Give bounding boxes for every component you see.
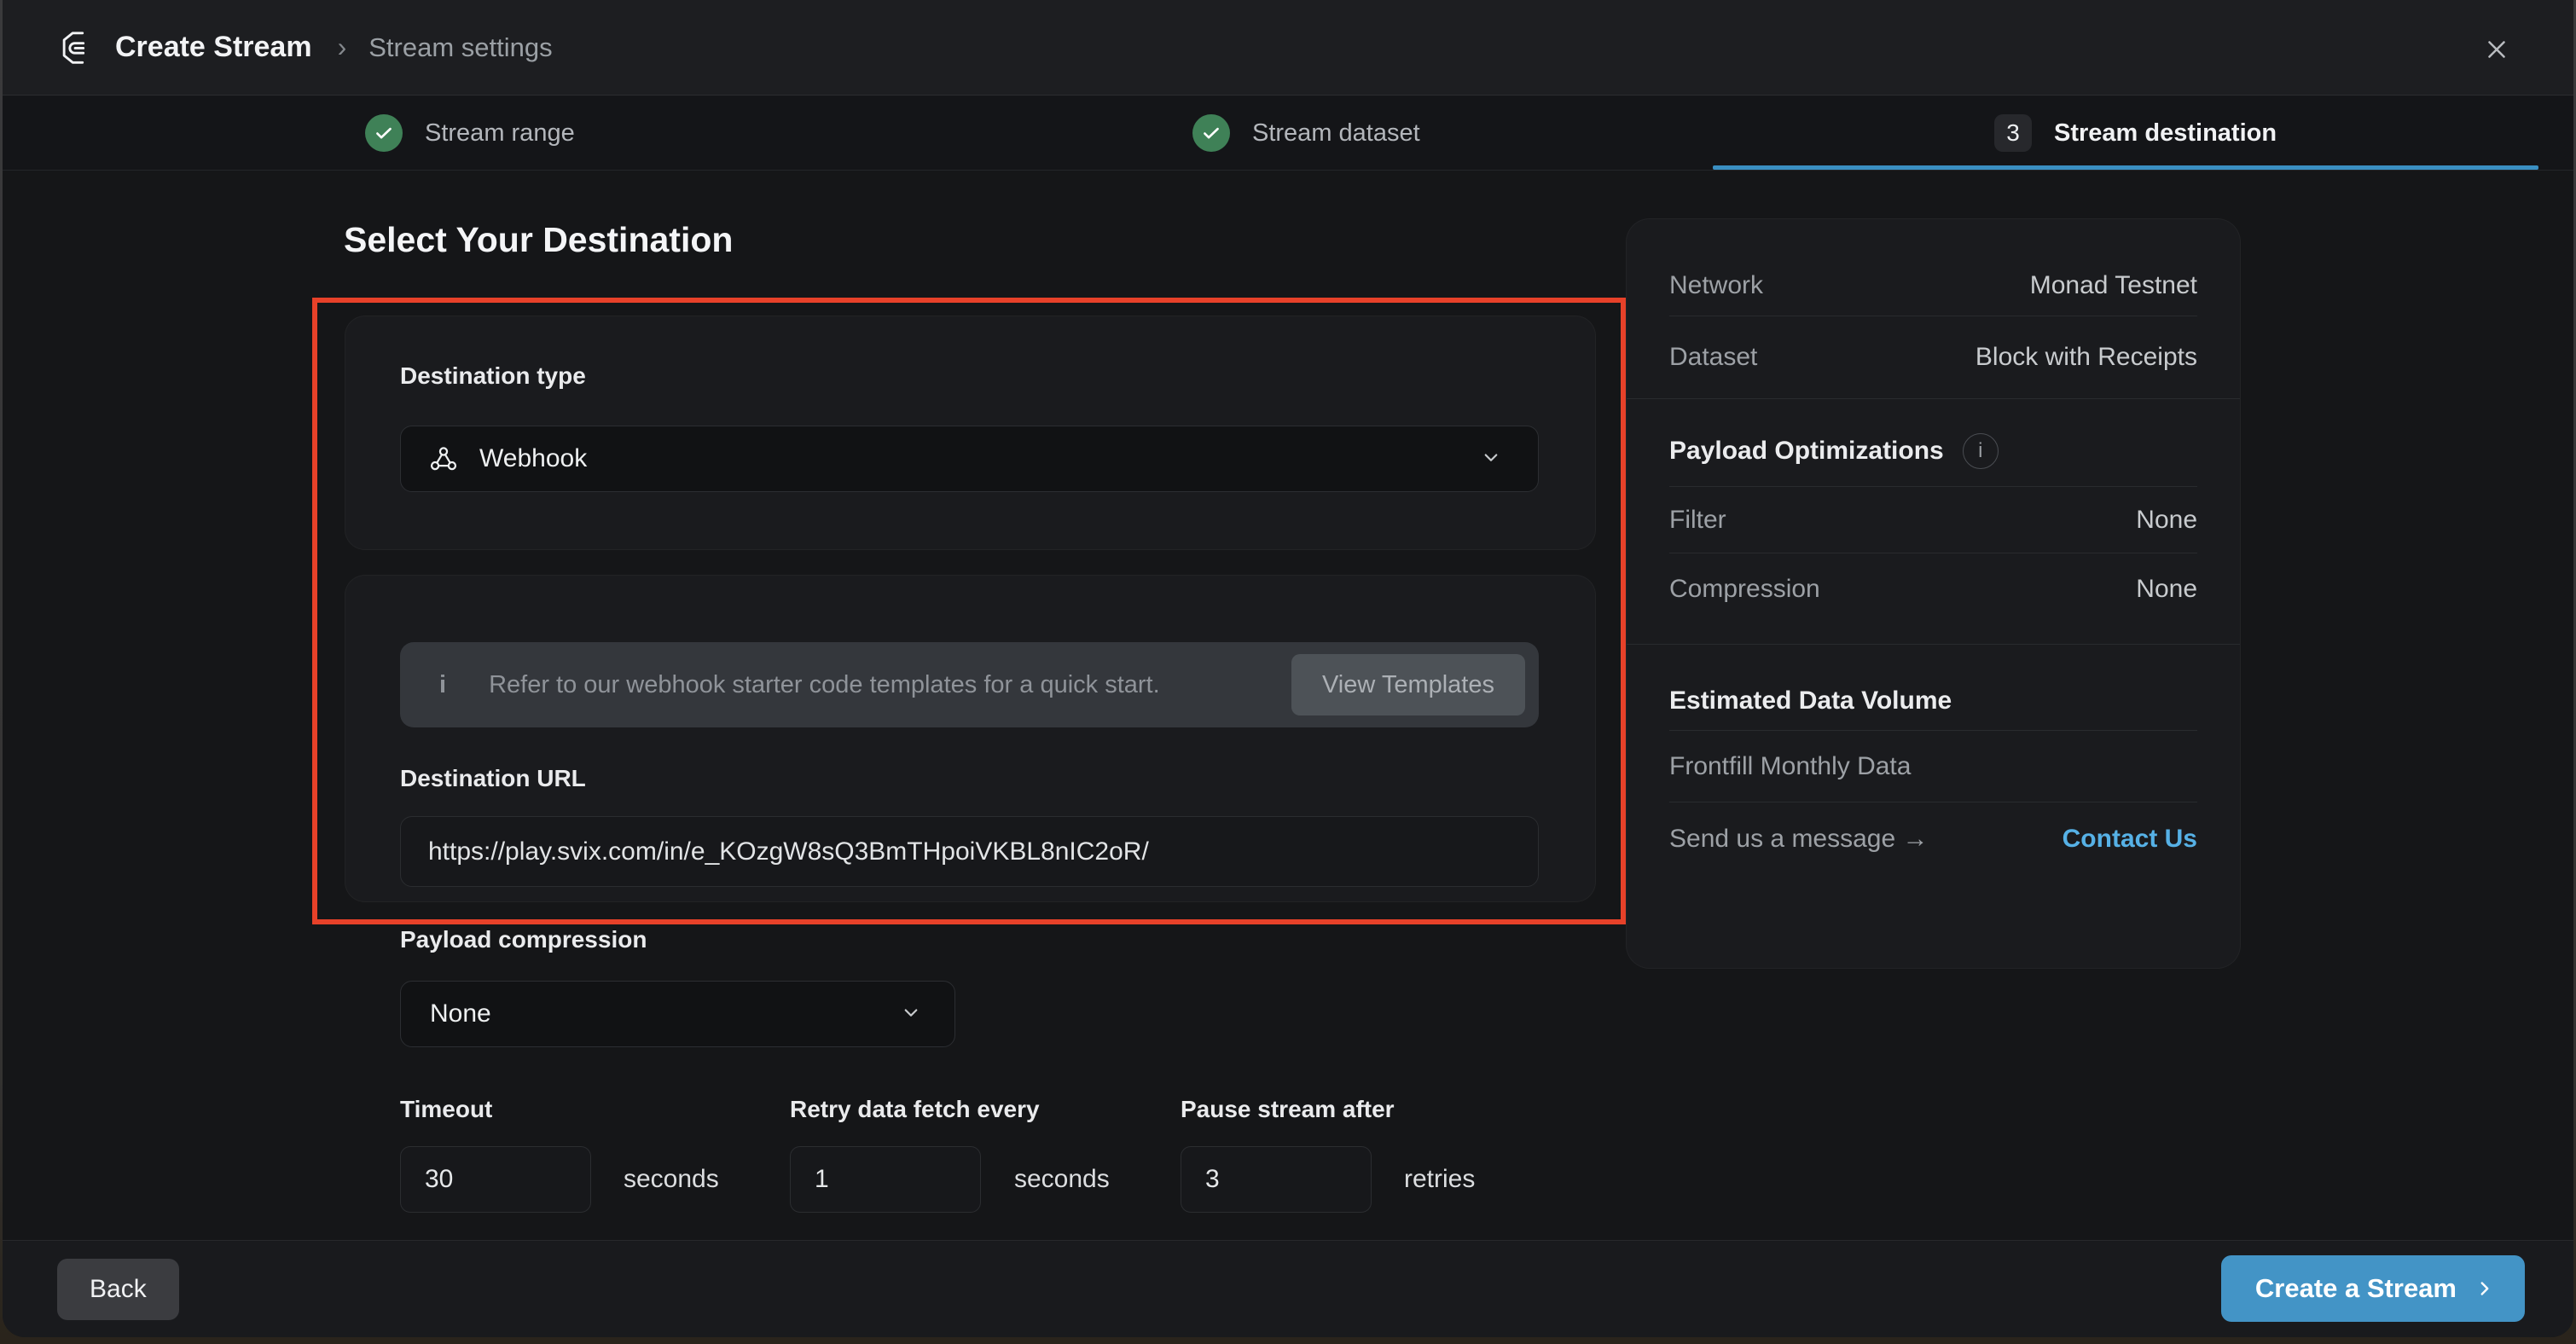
summary-row-network: Network Monad Testnet <box>1669 255 2197 316</box>
section-title: Estimated Data Volume <box>1669 686 1952 715</box>
summary-row-contact: Send us a message → Contact Us <box>1669 802 2197 876</box>
info-icon: i <box>439 671 446 699</box>
retry-unit: seconds <box>1014 1146 1110 1213</box>
tab-stream-destination[interactable]: 3 Stream destination <box>1994 96 2277 171</box>
summary-row-compression: Compression None <box>1669 553 2197 625</box>
retry-field <box>790 1146 981 1213</box>
row-label: Compression <box>1669 575 1820 604</box>
summary-row-frontfill: Frontfill Monthly Data <box>1669 731 2197 802</box>
pause-field <box>1181 1146 1372 1213</box>
section-title: Payload Optimizations <box>1669 437 1944 466</box>
destination-type-label: Destination type <box>400 362 586 390</box>
quicknode-logo-icon <box>57 28 96 67</box>
tab-stream-dataset[interactable]: Stream dataset <box>1192 96 1420 171</box>
retry-label: Retry data fetch every <box>790 1096 1040 1123</box>
page-title: Create Stream <box>115 31 312 64</box>
chevron-down-icon <box>1478 444 1504 474</box>
destination-url-field <box>400 816 1539 887</box>
pause-input[interactable] <box>1205 1165 1347 1194</box>
modal-footer: Back Create a Stream <box>3 1240 2573 1337</box>
check-icon <box>365 114 403 152</box>
estimated-volume-header: Estimated Data Volume <box>1669 679 2197 723</box>
payload-compression-value: None <box>430 999 491 1028</box>
contact-prompt: Send us a message → <box>1669 825 1929 854</box>
create-stream-label: Create a Stream <box>2255 1273 2457 1304</box>
section-divider <box>1627 644 2240 645</box>
timeout-label: Timeout <box>400 1096 492 1123</box>
destination-type-card: Destination type Webhook <box>345 316 1596 550</box>
modal-header: Create Stream › Stream settings <box>3 0 2573 96</box>
destination-type-value: Webhook <box>479 444 587 473</box>
tab-stream-range[interactable]: Stream range <box>365 96 575 171</box>
payload-compression-label: Payload compression <box>400 926 647 953</box>
section-heading: Select Your Destination <box>344 220 733 260</box>
stream-summary-card: Network Monad Testnet Dataset Block with… <box>1626 218 2241 969</box>
back-button[interactable]: Back <box>57 1259 179 1320</box>
view-templates-button[interactable]: View Templates <box>1291 654 1525 715</box>
close-icon <box>2482 35 2511 64</box>
info-icon[interactable]: i <box>1963 433 1999 469</box>
tab-label: Stream dataset <box>1252 119 1420 148</box>
row-label: Filter <box>1669 506 1726 535</box>
payload-compression-select[interactable]: None <box>400 981 955 1047</box>
row-label: Network <box>1669 271 1763 300</box>
row-value: Monad Testnet <box>2030 271 2197 300</box>
chevron-right-icon <box>2474 1277 2496 1300</box>
contact-us-link[interactable]: Contact Us <box>2063 825 2197 854</box>
tab-label: Stream range <box>425 119 575 148</box>
pause-unit: retries <box>1404 1146 1475 1213</box>
payload-optimizations-header: Payload Optimizations i <box>1669 430 2197 472</box>
retry-input[interactable] <box>815 1165 956 1194</box>
banner-text: Refer to our webhook starter code templa… <box>489 671 1160 699</box>
check-icon <box>1192 114 1230 152</box>
step-number-badge: 3 <box>1994 114 2032 152</box>
timeout-input[interactable] <box>425 1165 566 1194</box>
breadcrumb: Stream settings <box>368 32 552 63</box>
summary-row-filter: Filter None <box>1669 487 2197 553</box>
tab-label: Stream destination <box>2054 119 2277 148</box>
webhook-icon <box>428 443 459 474</box>
row-value: None <box>2136 575 2197 604</box>
close-button[interactable] <box>2478 31 2515 68</box>
row-label: Dataset <box>1669 343 1757 372</box>
templates-info-banner: i Refer to our webhook starter code temp… <box>400 642 1539 727</box>
summary-row-dataset: Dataset Block with Receipts <box>1669 316 2197 398</box>
step-bar: Stream range Stream dataset 3 Stream des… <box>3 96 2573 171</box>
section-divider <box>1627 398 2240 399</box>
webhook-config-card: i Refer to our webhook starter code temp… <box>345 575 1596 902</box>
create-stream-modal: Create Stream › Stream settings Stream r… <box>3 0 2573 1337</box>
chevron-down-icon <box>898 999 924 1029</box>
pause-label: Pause stream after <box>1181 1096 1395 1123</box>
row-value: Block with Receipts <box>1976 343 2197 372</box>
destination-url-input[interactable] <box>428 837 1511 866</box>
create-stream-button[interactable]: Create a Stream <box>2221 1255 2525 1322</box>
destination-type-select[interactable]: Webhook <box>400 426 1539 492</box>
row-label: Frontfill Monthly Data <box>1669 752 1911 781</box>
timeout-field <box>400 1146 591 1213</box>
timeout-unit: seconds <box>624 1146 719 1213</box>
breadcrumb-chevron-icon: › <box>338 32 347 63</box>
destination-url-label: Destination URL <box>400 765 586 792</box>
active-tab-underline <box>1713 165 2538 170</box>
row-value: None <box>2136 506 2197 535</box>
